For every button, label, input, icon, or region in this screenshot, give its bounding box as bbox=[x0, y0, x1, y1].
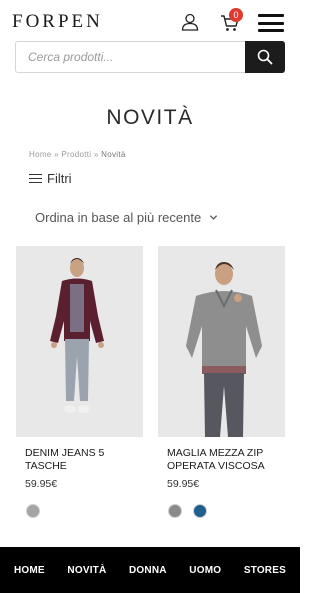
sort-label: Ordina in base al più recente bbox=[35, 210, 202, 225]
product-card[interactable]: MAGLIA MEZZA ZIP OPERATA VISCOSA 59.95€ bbox=[158, 246, 285, 518]
page-title: NOVITÀ bbox=[106, 106, 194, 129]
nav-item-home[interactable]: HOME bbox=[14, 565, 45, 576]
user-icon[interactable] bbox=[180, 12, 200, 32]
nav-item-uomo[interactable]: UOMO bbox=[189, 565, 221, 576]
bottom-navigation: HOME NOVITÀ DONNA UOMO STORES bbox=[0, 547, 300, 593]
hamburger-menu-icon[interactable] bbox=[258, 14, 284, 32]
filter-menu-icon bbox=[29, 173, 42, 184]
product-photo-man-sweater bbox=[158, 246, 285, 437]
product-card[interactable]: DENIM JEANS 5 TASCHE 59.95€ bbox=[16, 246, 143, 518]
breadcrumb-separator: » bbox=[54, 150, 59, 159]
product-image[interactable] bbox=[16, 246, 143, 437]
breadcrumb-separator: » bbox=[93, 150, 99, 159]
breadcrumb-home[interactable]: Home bbox=[29, 150, 52, 159]
product-price: 59.95€ bbox=[25, 478, 58, 490]
product-price: 59.95€ bbox=[167, 478, 200, 490]
search-bar bbox=[15, 41, 285, 73]
color-swatch-grey[interactable] bbox=[168, 504, 182, 518]
nav-item-donna[interactable]: DONNA bbox=[129, 565, 167, 576]
color-swatches bbox=[168, 504, 285, 518]
cart-count-badge: 0 bbox=[229, 8, 243, 22]
logo[interactable]: FORPEN bbox=[12, 11, 103, 33]
product-image[interactable] bbox=[158, 246, 285, 437]
nav-item-stores[interactable]: STORES bbox=[244, 565, 286, 576]
breadcrumb-current: Novità bbox=[101, 150, 126, 159]
search-input[interactable] bbox=[16, 42, 245, 72]
chevron-down-icon bbox=[210, 215, 218, 220]
breadcrumb: Home » Prodotti » Novità bbox=[29, 150, 126, 159]
product-name[interactable]: DENIM JEANS 5 TASCHE bbox=[25, 447, 143, 473]
sort-select[interactable]: Ordina in base al più recente bbox=[35, 210, 218, 225]
nav-item-novita[interactable]: NOVITÀ bbox=[67, 565, 106, 576]
color-swatch-blue[interactable] bbox=[193, 504, 207, 518]
product-photo-man-jeans bbox=[16, 246, 143, 437]
product-name[interactable]: MAGLIA MEZZA ZIP OPERATA VISCOSA bbox=[167, 447, 285, 473]
color-swatches bbox=[26, 504, 143, 518]
breadcrumb-products[interactable]: Prodotti bbox=[61, 150, 91, 159]
search-button[interactable] bbox=[245, 41, 285, 73]
filters-label: Filtri bbox=[47, 171, 72, 186]
color-swatch-grey[interactable] bbox=[26, 504, 40, 518]
filters-toggle[interactable]: Filtri bbox=[29, 171, 72, 186]
search-icon bbox=[257, 49, 273, 65]
header: FORPEN 0 bbox=[0, 0, 300, 44]
